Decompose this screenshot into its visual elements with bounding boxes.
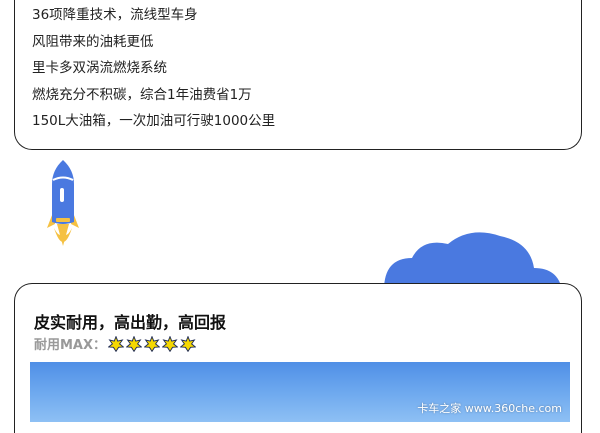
durability-rating: 耐用MAX： xyxy=(34,334,197,353)
durability-label: 耐用MAX： xyxy=(34,338,107,353)
star-icon xyxy=(108,335,125,352)
star-rating xyxy=(108,335,197,352)
feature-item: 150L大油箱，一次加油可行驶1000公里 xyxy=(32,113,276,129)
star-icon xyxy=(144,335,161,352)
star-icon xyxy=(126,335,143,352)
truck-photo: 卡车之家 www.360che.com xyxy=(30,362,570,422)
star-icon xyxy=(162,335,179,352)
star-icon xyxy=(180,335,197,352)
feature-item: 燃烧充分不积碳，综合1年油费省1万 xyxy=(32,86,252,103)
rocket-icon xyxy=(47,160,79,246)
feature-item: 36项降重技术，流线型车身 xyxy=(32,7,198,23)
feature-list: 36项降重技术，流线型车身 风阻带来的油耗更低 里卡多双涡流燃烧系统 燃烧充分不… xyxy=(32,2,275,135)
cloud-icon xyxy=(384,232,562,290)
feature-item: 里卡多双涡流燃烧系统 xyxy=(32,60,167,76)
section-title: 皮实耐用，高出勤，高回报 xyxy=(34,313,227,332)
feature-item: 风阻带来的油耗更低 xyxy=(32,33,154,50)
